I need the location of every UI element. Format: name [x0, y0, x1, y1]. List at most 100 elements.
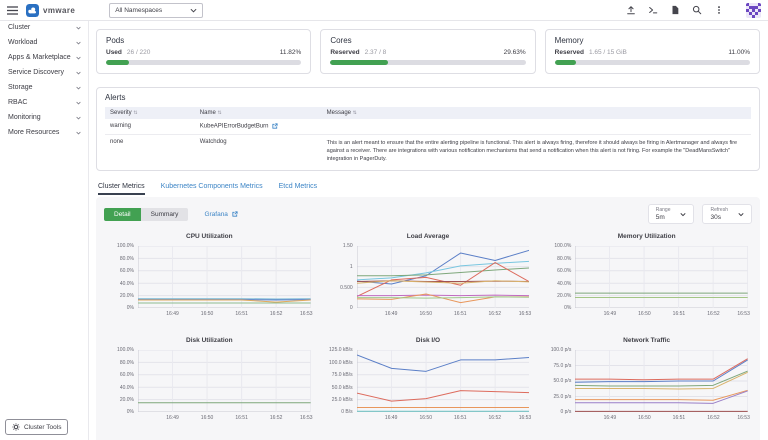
y-tick-label: 0.500: [327, 285, 353, 291]
y-tick-label: 1.50: [327, 243, 353, 249]
chart-disk-utilization: Disk Utilization 100.0%80.0%60.0%40.0%20.…: [108, 337, 311, 425]
alert-severity: none: [105, 134, 195, 167]
y-tick-label: 125.0 kB/s: [327, 347, 353, 353]
range-select-label: Range: [656, 207, 671, 213]
x-axis-labels: 16:4916:5016:5116:5216:53: [138, 412, 311, 422]
alert-row: warningKubeAPIErrorBudgetBurn: [105, 119, 751, 134]
range-select[interactable]: Range 5m: [648, 204, 695, 224]
alerts-table: Severity ⇅Name ⇅Message ⇅ warningKubeAPI…: [105, 107, 751, 167]
metric-percent: 11.82%: [280, 49, 302, 56]
usage-bar-fill: [330, 60, 388, 65]
y-axis-labels: 100.0 p/s75.0 p/s50.0 p/s25.0 p/s0 p/s: [545, 347, 575, 415]
alert-message: [322, 119, 751, 134]
y-tick-label: 75.0 kB/s: [327, 372, 353, 378]
chevron-down-icon: [76, 71, 81, 75]
x-tick-label: 16:52: [270, 415, 283, 421]
y-tick-label: 0 B/s: [327, 409, 353, 415]
alerts-col-name[interactable]: Name ⇅: [195, 107, 322, 119]
alerts-col-severity[interactable]: Severity ⇅: [105, 107, 195, 119]
namespace-selector[interactable]: All Namespaces: [109, 3, 203, 18]
brand-text: vmware: [43, 6, 75, 15]
alert-name: Watchdog: [195, 134, 322, 167]
card-title: Cores: [330, 36, 525, 45]
grafana-link[interactable]: Grafana: [204, 211, 238, 218]
sort-icon: ⇅: [133, 110, 137, 116]
x-tick-label: 16:50: [201, 415, 214, 421]
chevron-down-icon: [76, 131, 81, 135]
metric-percent: 11.00%: [728, 49, 750, 56]
top-bar-actions: [626, 5, 724, 15]
sidebar-item-more-resources[interactable]: More Resources: [0, 125, 88, 140]
y-axis-labels: 100.0%80.0%60.0%40.0%20.0%0%: [108, 347, 138, 415]
y-tick-label: 20.0%: [108, 397, 134, 403]
alerts-table-body: warningKubeAPIErrorBudgetBurn noneWatchd…: [105, 119, 751, 167]
y-tick-label: 100.0%: [108, 243, 134, 249]
alerts-col-message[interactable]: Message ⇅: [322, 107, 751, 119]
y-tick-label: 100.0 p/s: [545, 347, 571, 353]
sidebar-item-cluster[interactable]: Cluster: [0, 20, 88, 35]
y-tick-label: 1: [327, 264, 353, 270]
x-tick-label: 16:52: [707, 415, 720, 421]
y-tick-label: 25.0 p/s: [545, 394, 571, 400]
chevron-down-icon: [680, 212, 686, 217]
tab-cluster-metrics[interactable]: Cluster Metrics: [98, 183, 145, 195]
app: vmware All Namespaces: [0, 0, 768, 440]
chart-title: Load Average: [327, 233, 530, 240]
download-kubeconfig-icon[interactable]: [670, 5, 680, 15]
chevron-down-icon: [76, 26, 81, 30]
y-tick-label: 0: [327, 305, 353, 311]
sidebar-item-label: Apps & Marketplace: [8, 54, 71, 61]
chevron-down-icon: [76, 56, 81, 60]
range-select-value: 5m: [656, 214, 671, 221]
chart-load-average: Load Average1.5010.500016:4916:5016:5116…: [327, 233, 530, 321]
y-axis-labels: 100.0%80.0%60.0%40.0%20.0%0%: [108, 243, 138, 311]
alert-message: This is an alert meant to ensure that th…: [322, 134, 751, 167]
x-tick-label: 16:50: [419, 415, 432, 421]
usage-bar: [330, 60, 525, 65]
sidebar-item-service-discovery[interactable]: Service Discovery: [0, 65, 88, 80]
metrics-panel: Detail Summary Grafana Range 5m: [96, 197, 760, 440]
kubectl-shell-icon[interactable]: [648, 5, 658, 15]
chevron-down-icon: [190, 8, 197, 13]
card-metric-line: Used26 / 22011.82%: [106, 49, 301, 56]
sidebar-item-label: More Resources: [8, 129, 59, 136]
tab-kubernetes-components-metrics[interactable]: Kubernetes Components Metrics: [161, 183, 263, 195]
usage-bar: [555, 60, 750, 65]
y-axis-labels: 100.0%80.0%60.0%40.0%20.0%0%: [545, 243, 575, 311]
alert-row: noneWatchdogThis is an alert meant to en…: [105, 134, 751, 167]
sidebar-item-rbac[interactable]: RBAC: [0, 95, 88, 110]
kebab-menu-icon[interactable]: [714, 5, 724, 15]
grafana-link-label: Grafana: [204, 211, 228, 218]
sidebar-item-workload[interactable]: Workload: [0, 35, 88, 50]
metric-label: Reserved: [330, 49, 359, 56]
y-tick-label: 40.0%: [545, 281, 571, 287]
tab-etcd-metrics[interactable]: Etcd Metrics: [279, 183, 318, 195]
menu-icon[interactable]: [7, 6, 18, 15]
avatar[interactable]: [746, 3, 761, 18]
x-tick-label: 16:52: [489, 415, 502, 421]
y-axis-labels: 1.50 1 0.500 0: [327, 243, 357, 311]
cluster-tools-button[interactable]: Cluster Tools: [5, 419, 68, 435]
external-link-icon[interactable]: [272, 123, 278, 129]
y-tick-label: 20.0%: [545, 293, 571, 299]
y-tick-label: 60.0%: [545, 268, 571, 274]
chart-title: Disk Utilization: [108, 337, 311, 344]
sidebar-item-label: Workload: [8, 39, 37, 46]
chevron-down-icon: [76, 86, 81, 90]
y-tick-label: 40.0%: [108, 281, 134, 287]
summary-button[interactable]: Summary: [141, 208, 189, 221]
refresh-select[interactable]: Refresh 30s: [702, 204, 752, 224]
x-tick-label: 16:50: [638, 415, 651, 421]
detail-button[interactable]: Detail: [104, 208, 141, 221]
sidebar-item-storage[interactable]: Storage: [0, 80, 88, 95]
alerts-title: Alerts: [105, 93, 751, 102]
import-yaml-icon[interactable]: [626, 5, 636, 15]
x-tick-label: 16:51: [454, 311, 467, 317]
metrics-controls: Detail Summary Grafana Range 5m: [104, 204, 752, 224]
sidebar-item-apps-marketplace[interactable]: Apps & Marketplace: [0, 50, 88, 65]
sidebar-item-monitoring[interactable]: Monitoring: [0, 110, 88, 125]
chart-plot: 16:4916:5016:5116:5216:53: [357, 350, 530, 412]
x-tick-label: 16:50: [638, 311, 651, 317]
brand-logo[interactable]: vmware: [26, 4, 75, 17]
search-icon[interactable]: [692, 5, 702, 15]
